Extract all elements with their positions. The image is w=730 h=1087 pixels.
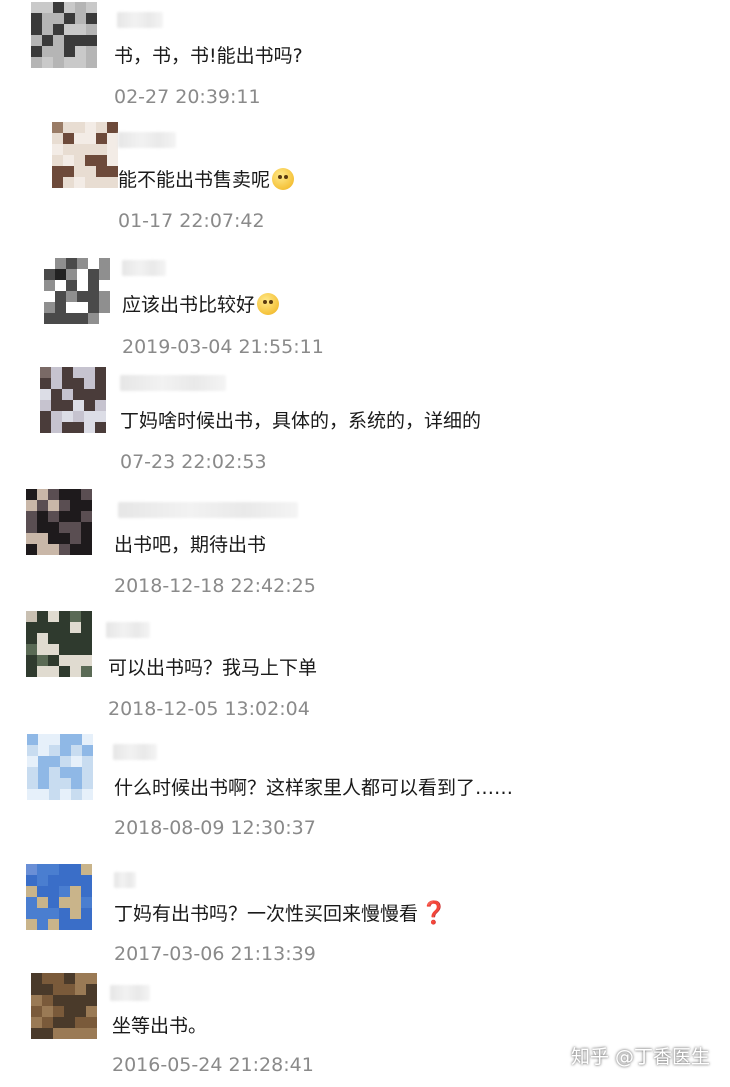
comment-time: 2018-08-09 12:30:37 bbox=[114, 817, 316, 839]
comment-text: 丁妈啥时候出书，具体的，系统的，详细的 bbox=[120, 410, 482, 432]
comment-text: 应该出书比较好 bbox=[122, 293, 280, 317]
comment-time: 01-17 22:07:42 bbox=[118, 210, 265, 232]
avatar[interactable] bbox=[26, 864, 92, 930]
comment-text: 能不能出书售卖呢 bbox=[118, 168, 295, 192]
username-blurred[interactable] bbox=[106, 622, 150, 638]
comment-time: 2019-03-04 21:55:11 bbox=[122, 336, 324, 358]
avatar[interactable] bbox=[52, 122, 118, 188]
avatar[interactable] bbox=[44, 258, 110, 324]
comment-time: 2017-03-06 21:13:39 bbox=[114, 943, 316, 965]
comment-text: 可以出书吗？我马上下单 bbox=[108, 657, 318, 679]
username-blurred[interactable] bbox=[110, 985, 150, 1001]
avatar[interactable] bbox=[26, 611, 92, 677]
comment-text: 什么时候出书啊？这样家里人都可以看到了…… bbox=[114, 777, 514, 799]
comment-time: 2018-12-18 22:42:25 bbox=[114, 575, 316, 597]
username-blurred[interactable] bbox=[120, 375, 226, 391]
comment-time: 2016-05-24 21:28:41 bbox=[112, 1054, 314, 1076]
avatar[interactable] bbox=[26, 489, 92, 555]
comment-text: 出书吧，期待出书 bbox=[114, 534, 267, 556]
avatar[interactable] bbox=[40, 367, 106, 433]
username-blurred[interactable] bbox=[122, 260, 166, 276]
username-blurred[interactable] bbox=[117, 12, 163, 28]
comment-text: 丁妈有出书吗？一次性买回来慢慢看❓ bbox=[114, 901, 448, 926]
username-blurred[interactable] bbox=[113, 744, 157, 760]
avatar[interactable] bbox=[31, 2, 97, 68]
question-mark-emoji-icon: ❓ bbox=[420, 901, 448, 926]
smile-emoji-icon bbox=[257, 293, 280, 315]
comment-time: 02-27 20:39:11 bbox=[114, 86, 261, 108]
comment-time: 2018-12-05 13:02:04 bbox=[108, 698, 310, 720]
avatar[interactable] bbox=[31, 973, 97, 1039]
watermark: 知乎 @丁香医生 bbox=[570, 1046, 710, 1068]
username-blurred[interactable] bbox=[114, 872, 136, 888]
avatar[interactable] bbox=[27, 734, 93, 800]
username-blurred[interactable] bbox=[118, 502, 298, 518]
username-blurred[interactable] bbox=[118, 132, 176, 148]
dizzy-face-emoji-icon bbox=[272, 168, 295, 190]
comment-time: 07-23 22:02:53 bbox=[120, 451, 267, 473]
comment-text: 坐等出书。 bbox=[112, 1015, 208, 1037]
comment-text: 书，书，书!能出书吗? bbox=[114, 45, 303, 67]
